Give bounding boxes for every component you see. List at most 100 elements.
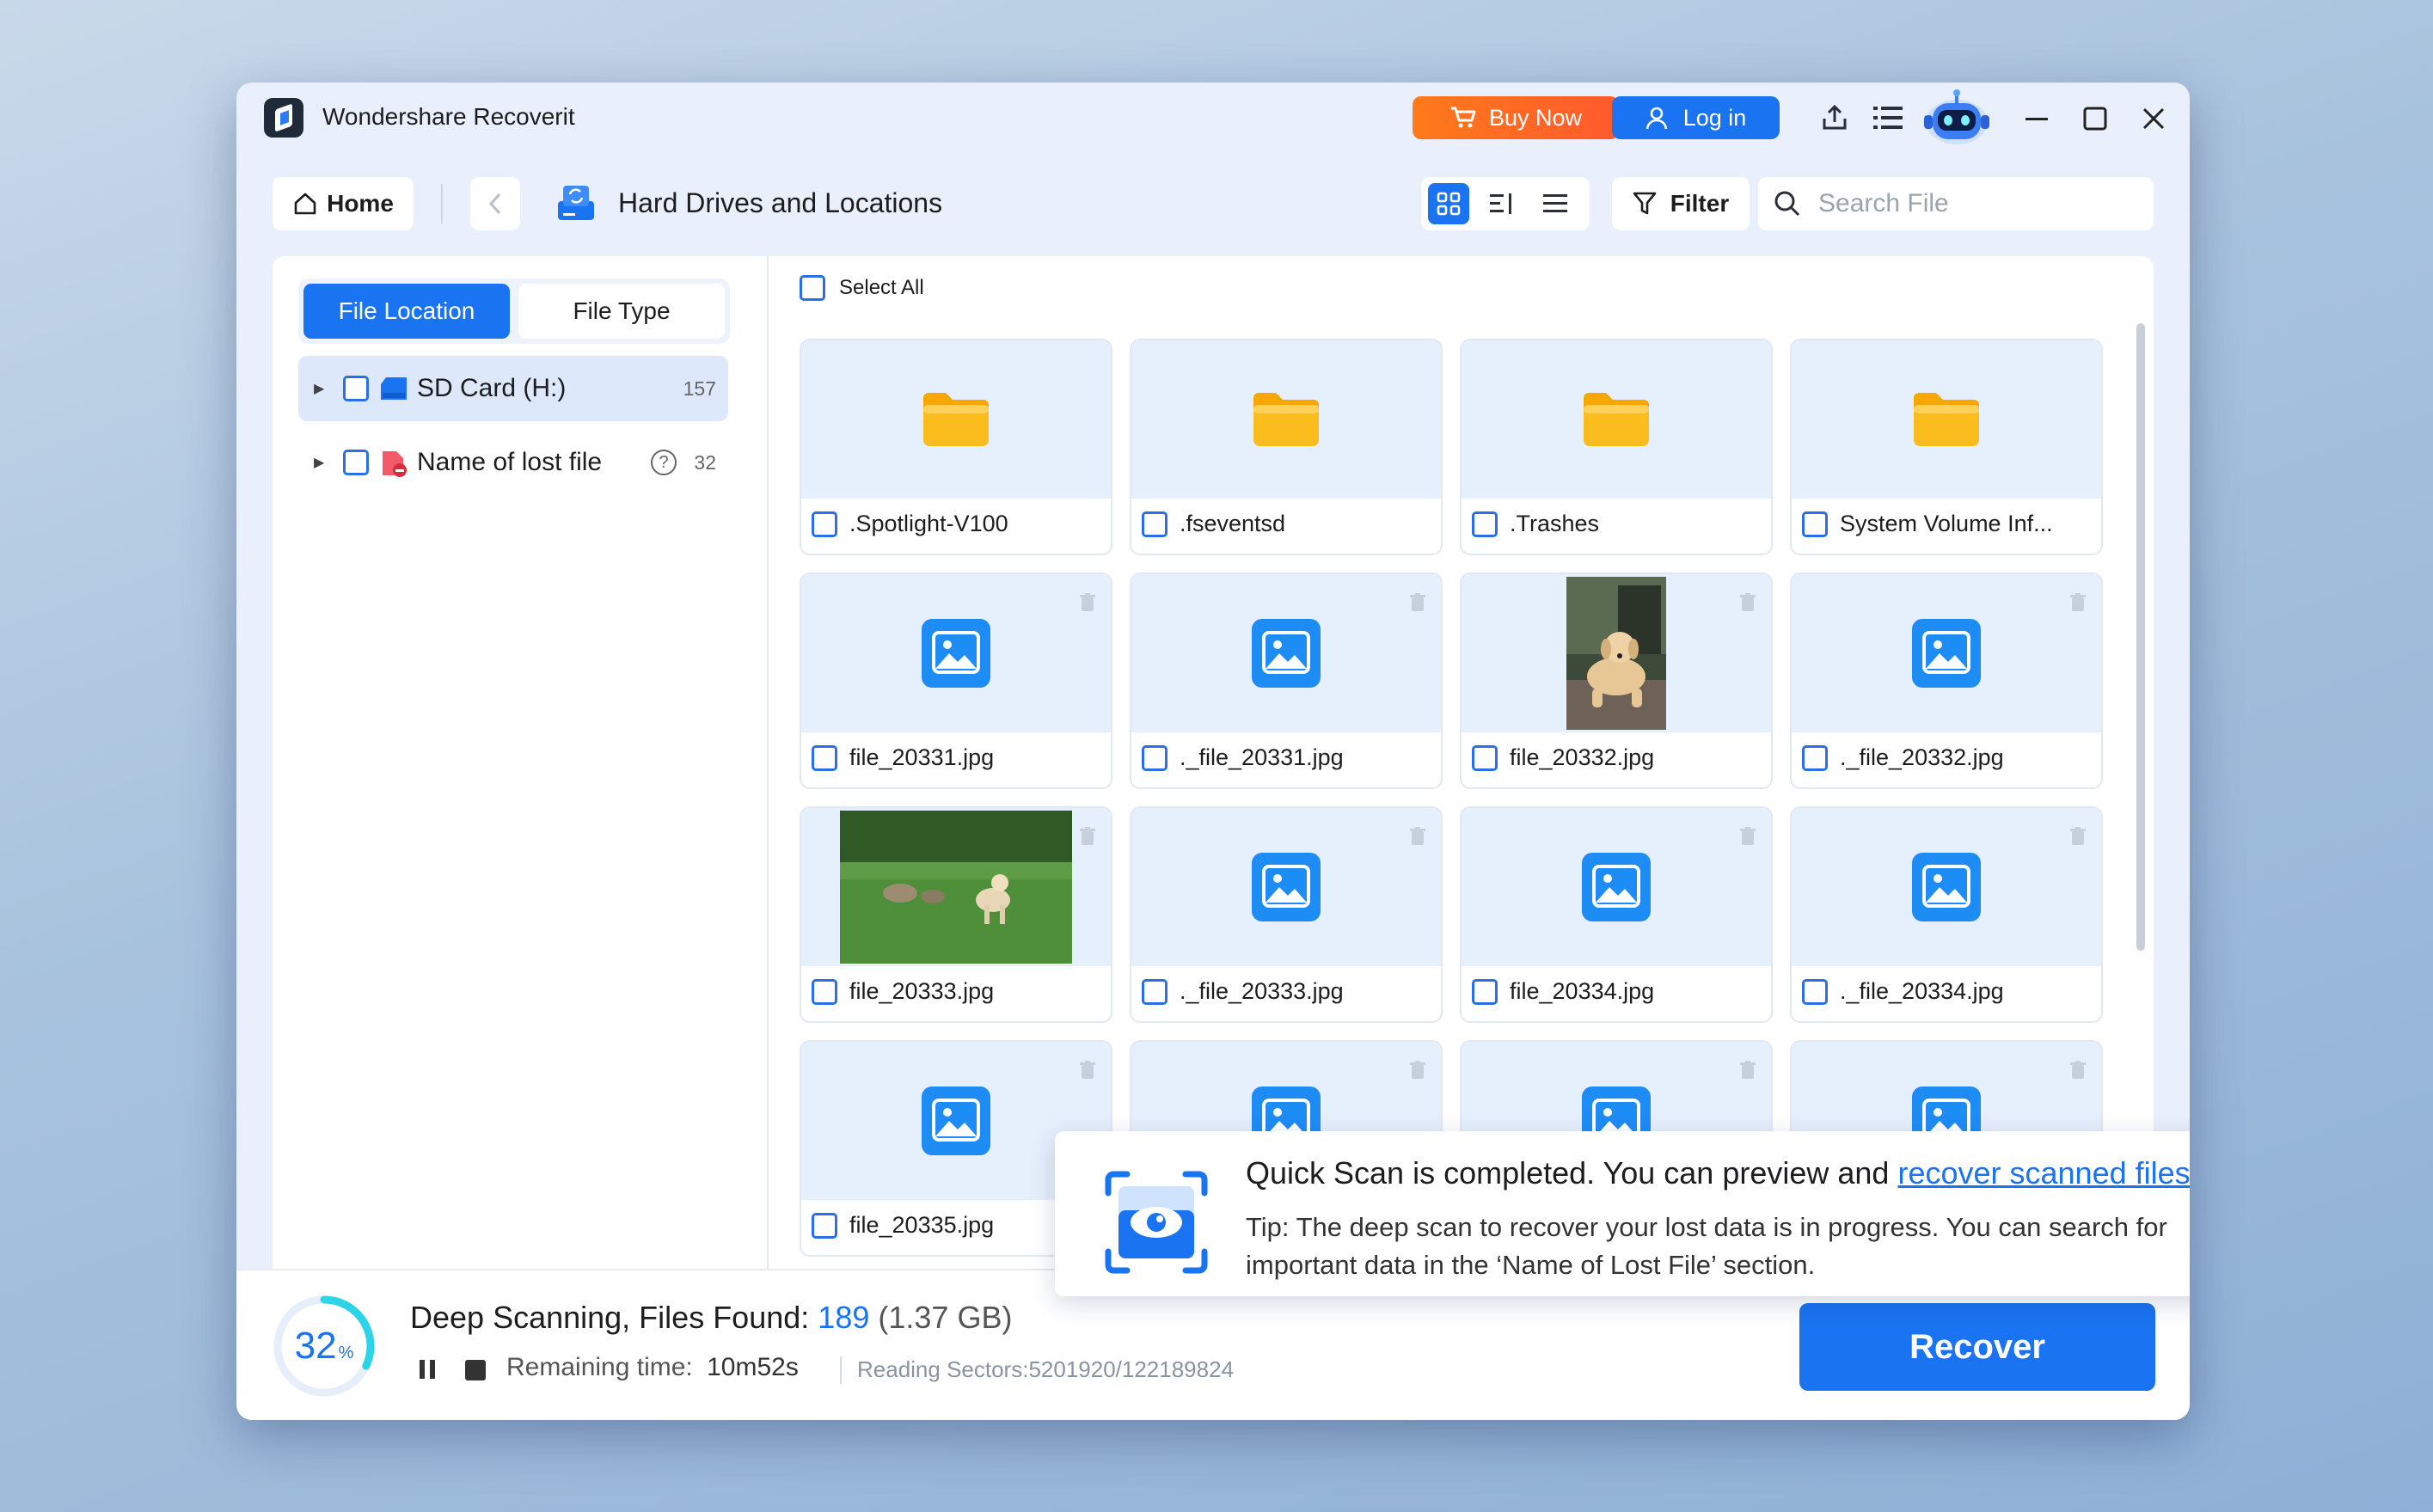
app-title: Wondershare Recoverit [322,103,575,130]
expand-arrow-icon[interactable]: ▶ [314,454,326,471]
close-icon[interactable] [2131,96,2176,141]
recover-scanned-files-link[interactable]: recover scanned files. [1897,1155,2190,1191]
toolbar-divider [441,184,443,223]
file-card[interactable]: .fseventsd [1130,339,1443,555]
file-card[interactable]: file_20333.jpg [800,806,1112,1023]
stop-icon[interactable] [465,1360,486,1380]
file-card-footer: file_20332.jpg [1472,744,1654,771]
recover-button[interactable]: Recover [1799,1303,2155,1391]
image-icon [1792,808,2101,966]
file-card[interactable]: .Spotlight-V100 [800,339,1112,555]
pause-icon[interactable] [417,1358,439,1380]
sidebar-item-sd-card[interactable]: ▶ SD Card (H:) 157 [298,356,728,421]
scan-status-title: Deep Scanning, Files Found: 189 (1.37 GB… [410,1300,1012,1336]
back-button[interactable] [470,177,520,230]
photo-thumbnail [801,808,1111,966]
file-name: .fseventsd [1180,511,1286,536]
deleted-badge-icon [2070,593,2086,612]
filter-icon [1633,192,1657,215]
deleted-badge-icon [1740,593,1756,612]
select-all[interactable]: Select All [800,275,924,301]
checkbox[interactable] [1472,511,1498,537]
file-card[interactable]: ._file_20334.jpg [1790,806,2103,1023]
filter-button[interactable]: Filter [1612,177,1750,230]
search-box [1758,177,2154,230]
buy-now-button[interactable]: Buy Now [1413,96,1619,139]
deleted-badge-icon [1080,593,1095,612]
remaining-label: Remaining time: [506,1353,693,1381]
location-title: Hard Drives and Locations [618,187,943,218]
checkbox[interactable] [343,376,369,401]
menu-list-icon[interactable] [1868,98,1908,138]
select-all-checkbox[interactable] [800,275,825,301]
grid-view-icon[interactable] [1428,183,1469,224]
file-card[interactable]: ._file_20331.jpg [1130,572,1443,789]
detail-view-icon[interactable] [1481,183,1523,224]
file-name: file_20335.jpg [849,1212,995,1238]
checkbox[interactable] [1142,744,1167,771]
checkbox[interactable] [1802,511,1828,537]
file-name: file_20332.jpg [1510,744,1655,770]
file-card-footer: .Spotlight-V100 [812,511,1008,537]
file-card[interactable]: ._file_20333.jpg [1130,806,1443,1023]
tab-file-type[interactable]: File Type [518,284,725,339]
login-button[interactable]: Log in [1612,96,1780,139]
checkbox[interactable] [1142,511,1167,537]
home-label: Home [327,190,394,217]
checkbox[interactable] [1472,744,1498,771]
lost-file-icon [379,450,408,477]
checkbox[interactable] [1802,978,1828,1005]
file-card-footer: file_20334.jpg [1472,978,1654,1005]
search-input[interactable] [1818,189,2128,218]
sidebar-item-lost-files[interactable]: ▶ Name of lost file ? 32 [298,430,728,495]
scan-complete-notice: Quick Scan is completed. You can preview… [1055,1131,2190,1296]
image-icon [1131,574,1441,732]
checkbox[interactable] [343,450,369,475]
file-card[interactable]: file_20332.jpg [1460,572,1773,789]
checkbox[interactable] [812,744,837,771]
file-card[interactable]: file_20331.jpg [800,572,1112,789]
file-card[interactable]: System Volume Inf... [1790,339,2103,555]
file-card-footer: .Trashes [1472,511,1599,537]
checkbox[interactable] [812,511,837,537]
checkbox[interactable] [812,1212,837,1239]
maximize-icon[interactable] [2073,96,2117,141]
progress-percent: 32 % [271,1293,377,1399]
file-card-footer: ._file_20332.jpg [1802,744,2004,771]
file-card-footer: ._file_20334.jpg [1802,978,2004,1005]
buy-now-label: Buy Now [1488,104,1583,131]
file-card[interactable]: .Trashes [1460,339,1773,555]
folder-icon [801,340,1111,499]
minimize-icon[interactable] [2014,96,2059,141]
file-card[interactable]: file_20334.jpg [1460,806,1773,1023]
file-count: 32 [694,450,716,474]
assistant-robot-icon[interactable] [1917,88,1996,150]
checkbox[interactable] [1142,978,1167,1005]
notice-title-text: Quick Scan is completed. You can preview… [1246,1155,1890,1191]
file-count: 157 [683,376,716,400]
share-icon[interactable] [1815,98,1854,138]
files-found-count: 189 [818,1300,870,1335]
expand-arrow-icon[interactable]: ▶ [314,380,326,397]
deleted-badge-icon [2070,1061,2086,1080]
list-view-icon[interactable] [1535,183,1576,224]
tab-file-location[interactable]: File Location [303,284,510,339]
reading-sectors: Reading Sectors:5201920/122189824 [857,1356,1235,1382]
file-card-footer: file_20333.jpg [812,978,994,1005]
scrollbar[interactable] [2136,323,2145,951]
help-icon[interactable]: ? [651,450,677,475]
status-divider [840,1356,842,1384]
deleted-badge-icon [1410,593,1425,612]
checkbox[interactable] [812,978,837,1005]
file-card-footer: ._file_20331.jpg [1142,744,1344,771]
remaining-value: 10m52s [707,1353,799,1381]
file-card-footer: ._file_20333.jpg [1142,978,1344,1005]
home-button[interactable]: Home [273,177,414,230]
image-icon [801,574,1111,732]
app-window: Wondershare Recoverit Buy Now Log in Hom… [236,83,2190,1420]
checkbox[interactable] [1802,744,1828,771]
image-icon [1792,574,2101,732]
checkbox[interactable] [1472,978,1498,1005]
file-card[interactable]: ._file_20332.jpg [1790,572,2103,789]
login-label: Log in [1682,104,1747,131]
